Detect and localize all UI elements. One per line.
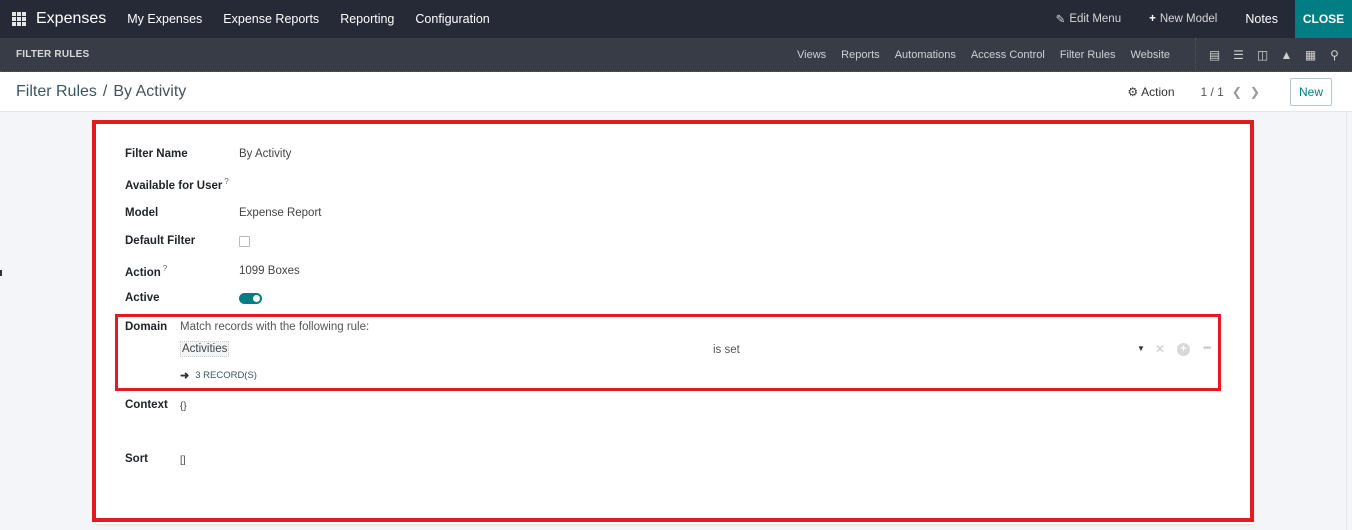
field-default-filter: Default Filter <box>125 235 250 247</box>
new-model-button[interactable]: + New Model <box>1149 13 1217 25</box>
breadcrumb-current: By Activity <box>113 82 187 100</box>
breadcrumb-filter-rules[interactable]: Filter Rules <box>16 83 97 101</box>
add-rule-icon[interactable]: + <box>1177 343 1190 356</box>
chevron-right-icon[interactable]: ❯ <box>1250 85 1268 99</box>
action-field-value[interactable]: 1099 Boxes <box>239 265 300 277</box>
subbar-title: FILTER RULES <box>16 49 90 60</box>
subbar-reports[interactable]: Reports <box>841 49 880 61</box>
subbar-access-control[interactable]: Access Control <box>971 49 1045 61</box>
pencil-icon: ✎ <box>1055 14 1066 26</box>
domain-field-selector[interactable]: Activities <box>180 341 230 357</box>
sort-value[interactable]: [] <box>180 455 186 466</box>
apps-menu-icon[interactable] <box>12 12 26 26</box>
active-toggle[interactable] <box>239 292 262 304</box>
pager-nav: ❮❯ <box>1232 85 1268 99</box>
chevron-left-icon[interactable]: ❮ <box>1232 85 1250 99</box>
domain-label: Domain <box>125 321 168 333</box>
records-count: 3 RECORD(S) <box>195 370 257 381</box>
action-menu-button[interactable]: ⚙ Action <box>1127 85 1174 99</box>
studio-subbar: FILTER RULES Views Reports Automations A… <box>0 37 1352 72</box>
model-label: Model <box>125 207 159 219</box>
gear-icon: ⚙ <box>1127 84 1139 99</box>
menu-expense-reports[interactable]: Expense Reports <box>223 12 319 26</box>
pivot-view-icon[interactable]: ▦ <box>1304 48 1317 62</box>
delete-rule-icon[interactable]: ✕ <box>1155 342 1165 356</box>
filter-name-value[interactable]: By Activity <box>239 148 291 160</box>
action-field-label: Action? <box>125 264 168 279</box>
notes-button[interactable]: Notes <box>1245 12 1278 26</box>
menu-configuration[interactable]: Configuration <box>415 12 489 26</box>
search-icon[interactable]: ⚲ <box>1328 48 1341 62</box>
filter-name-label: Filter Name <box>125 148 188 160</box>
help-tooltip-icon[interactable]: ? <box>224 177 228 186</box>
new-button[interactable]: New <box>1289 77 1332 106</box>
top-navbar: Expenses My Expenses Expense Reports Rep… <box>0 0 1352 38</box>
active-label: Active <box>125 292 160 304</box>
caret-down-icon[interactable]: ▼ <box>1137 344 1145 353</box>
breadcrumb: Filter Rules / By Activity <box>16 83 186 101</box>
more-options-icon[interactable]: ••• <box>1203 343 1211 354</box>
scrollbar[interactable] <box>1346 112 1352 530</box>
list-view-icon[interactable]: ☰ <box>1232 48 1245 62</box>
app-name[interactable]: Expenses <box>36 10 106 28</box>
records-count-link[interactable]: ➜ 3 RECORD(S) <box>180 369 257 382</box>
form-view-icon[interactable]: ▤ <box>1208 48 1221 62</box>
subbar-views[interactable]: Views <box>797 49 826 61</box>
field-action: Action? 1099 Boxes <box>125 264 300 279</box>
field-active: Active <box>125 292 262 304</box>
edit-menu-label: Edit Menu <box>1069 13 1122 25</box>
close-studio-button[interactable]: CLOSE <box>1295 0 1352 38</box>
help-tooltip-icon[interactable]: ? <box>163 264 167 273</box>
edit-menu-button[interactable]: ✎ Edit Menu <box>1056 12 1121 26</box>
kanban-view-icon[interactable]: ◫ <box>1256 48 1269 62</box>
plus-icon: + <box>1149 13 1156 25</box>
graph-view-icon[interactable]: ▲ <box>1280 48 1293 62</box>
field-filter-name: Filter Name By Activity <box>125 148 291 160</box>
default-filter-label: Default Filter <box>125 235 196 247</box>
subbar-website[interactable]: Website <box>1130 49 1170 61</box>
action-label: Action <box>1141 84 1175 99</box>
context-label: Context <box>125 399 168 411</box>
breadcrumb-separator: / <box>102 82 108 100</box>
control-panel: Filter Rules / By Activity ⚙ Action 1 / … <box>0 72 1352 112</box>
menu-my-expenses[interactable]: My Expenses <box>127 12 202 26</box>
new-model-label: New Model <box>1159 13 1218 25</box>
model-value[interactable]: Expense Report <box>239 207 321 219</box>
domain-description: Match records with the following rule: <box>180 321 370 333</box>
default-filter-checkbox[interactable] <box>239 235 250 247</box>
field-available-for-user: Available for User? <box>125 177 239 192</box>
arrow-right-icon: ➜ <box>180 370 190 382</box>
available-for-user-label: Available for User? <box>125 177 229 192</box>
pager-value[interactable]: 1 / 1 <box>1201 85 1224 99</box>
domain-operator-select[interactable]: is set <box>713 344 740 356</box>
edge-marker <box>0 270 2 276</box>
menu-reporting[interactable]: Reporting <box>340 12 394 26</box>
subbar-filter-rules[interactable]: Filter Rules <box>1060 49 1116 61</box>
subbar-automations[interactable]: Automations <box>895 49 956 61</box>
context-value[interactable]: {} <box>180 401 187 412</box>
sort-label: Sort <box>125 453 148 465</box>
field-model: Model Expense Report <box>125 207 321 219</box>
